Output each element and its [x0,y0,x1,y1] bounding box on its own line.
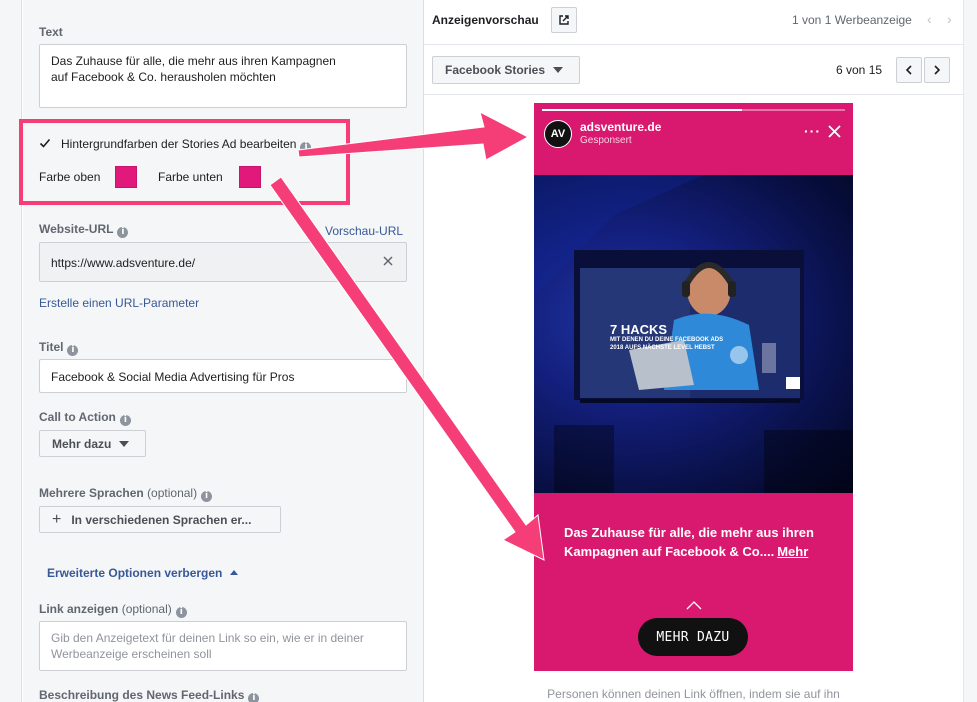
display-link-label: Link anzeigen (optional) i [39,602,187,618]
caret-up-icon [229,570,238,575]
text-label: Text [39,25,63,39]
avatar: AV [544,120,572,148]
placement-value: Facebook Stories [445,63,546,77]
website-url-label: Website-URL i [39,222,129,238]
next-ad-icon[interactable]: › [947,11,952,27]
story-preview: AV adsventure.de Gesponsert ··· 7 HACKS … [534,103,853,671]
url-parameter-link[interactable]: Erstelle einen URL-Parameter [39,296,199,310]
prev-placement-icon[interactable] [896,57,922,83]
chevron-up-icon [686,599,702,610]
plus-icon: + [52,510,62,528]
image-subline-2: 2018 AUFS NÄCHSTE LEVEL HEBST [610,345,715,351]
bg-color-checkbox[interactable] [39,137,51,149]
display-link-field[interactable]: Gib den Anzeigetext für deinen Link so e… [39,621,407,671]
more-options-icon[interactable]: ··· [804,123,821,139]
preview-title: Anzeigenvorschau [432,13,539,27]
info-icon[interactable]: i [119,415,131,426]
story-cta-button[interactable]: MEHR DAZU [638,618,748,656]
info-icon[interactable]: i [248,693,260,702]
ad-editor-panel: Text Das Zuhause für alle, die mehr aus … [23,0,423,702]
info-icon[interactable]: i [67,345,79,356]
text-field-line2: auf Facebook & Co. herausholen möchten [51,70,276,84]
story-sponsored-label: Gesponsert [580,135,632,146]
languages-label: Mehrere Sprachen (optional) i [39,486,213,502]
info-icon[interactable]: i [175,607,187,618]
cta-value: Mehr dazu [52,436,112,451]
cta-label: Call to Action i [39,410,131,426]
display-link-placeholder-line1: Gib den Anzeigetext für deinen Link so e… [51,631,364,645]
title-value: Facebook & Social Media Advertising für … [51,370,295,384]
cta-dropdown[interactable]: Mehr dazu [39,430,146,457]
open-external-icon[interactable] [551,7,577,33]
info-icon[interactable]: i [201,491,213,502]
story-more-link[interactable]: Mehr [777,544,808,559]
image-subline-1: MIT DENEN DU DEINE FACEBOOK ADS [610,337,724,343]
display-link-placeholder-line2: Werbeanzeige erscheinen soll [51,647,212,661]
add-languages-label: In verschiedenen Sprachen er... [71,512,252,527]
ad-preview-panel: Anzeigenvorschau 1 von 1 Werbeanzeige ‹ … [424,0,963,702]
story-photo-illustration [534,175,853,493]
advanced-options-toggle[interactable]: Erweiterte Optionen verbergen [47,566,238,580]
left-gutter [0,0,22,702]
scrollbar[interactable] [963,0,977,702]
text-field[interactable]: Das Zuhause für alle, die mehr aus ihren… [39,44,407,108]
story-progress-fill [542,109,742,111]
clear-icon[interactable] [382,255,394,267]
next-placement-icon[interactable] [924,57,950,83]
add-languages-button[interactable]: + In verschiedenen Sprachen er... [39,506,281,533]
text-field-line1: Das Zuhause für alle, die mehr aus ihren… [51,54,336,68]
header-divider [424,44,963,45]
bg-color-checkbox-label: Hintergrundfarben der Stories Ad bearbei… [61,137,312,153]
toolbar-divider [424,94,963,95]
placement-dropdown[interactable]: Facebook Stories [432,56,580,84]
story-page-name: adsventure.de [580,120,662,134]
story-image: 7 HACKS MIT DENEN DU DEINE FACEBOOK ADS … [534,175,853,493]
image-headline: 7 HACKS [610,322,668,337]
preview-url-link[interactable]: Vorschau-URL [325,224,403,238]
story-caption: Das Zuhause für alle, die mehr aus ihren… [564,523,834,561]
color-bottom-label: Farbe unten [158,170,223,184]
color-top-swatch[interactable] [115,166,137,188]
title-field[interactable]: Facebook & Social Media Advertising für … [39,359,407,393]
close-icon[interactable] [828,125,841,138]
caret-down-icon [553,67,564,73]
color-top-label: Farbe oben [39,170,101,184]
story-progress-bar [542,109,845,111]
placement-index: 6 von 15 [836,63,883,77]
website-url-value: https://www.adsventure.de/ [51,256,196,270]
ad-count: 1 von 1 Werbeanzeige [792,13,912,27]
prev-ad-icon[interactable]: ‹ [927,11,932,27]
info-icon[interactable]: i [300,142,312,153]
caret-down-icon [119,440,130,447]
info-icon[interactable]: i [117,227,129,238]
bottom-note: Personen können deinen Link öffnen, inde… [547,687,840,701]
title-label: Titel i [39,340,79,356]
color-bottom-swatch[interactable] [239,166,261,188]
website-url-field[interactable]: https://www.adsventure.de/ [39,242,407,282]
newsfeed-description-label: Beschreibung des News Feed-Links i [39,688,260,702]
